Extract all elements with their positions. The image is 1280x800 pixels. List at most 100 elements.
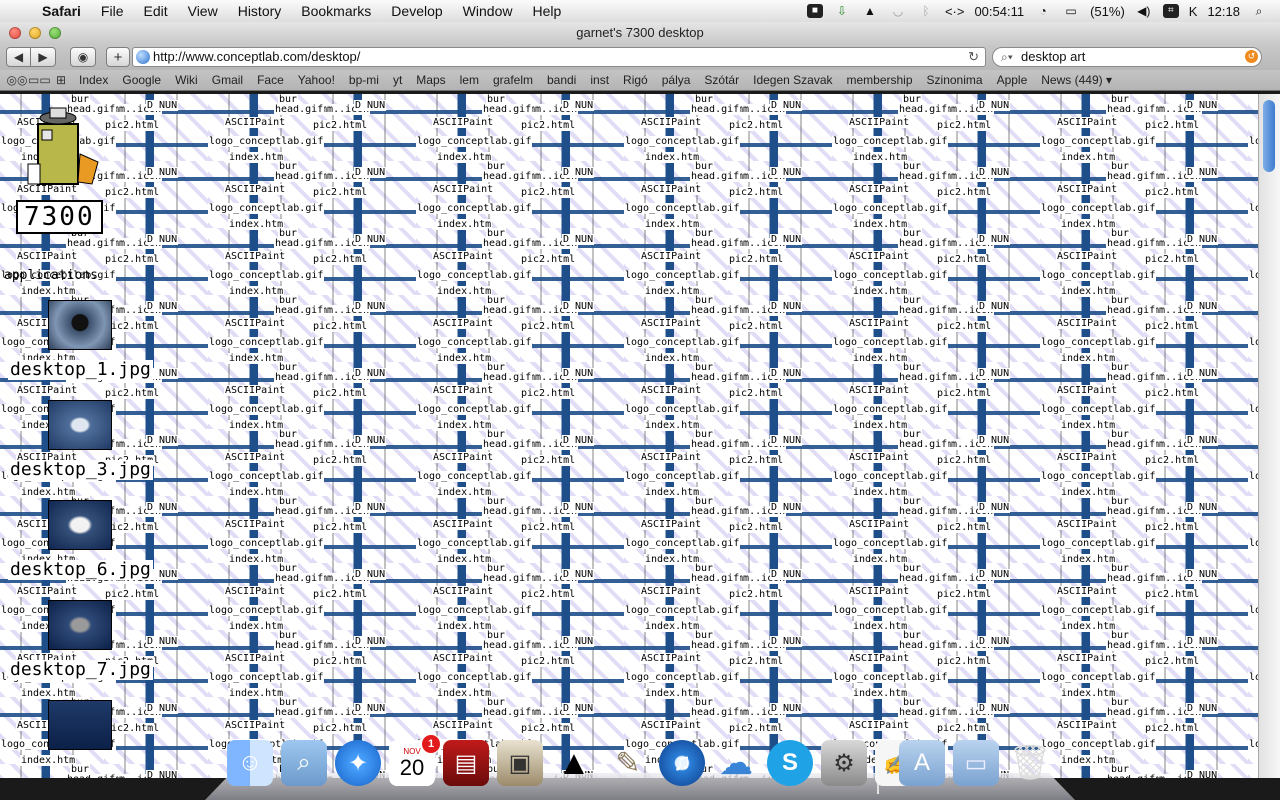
- applications-stack-icon[interactable]: A: [899, 740, 945, 786]
- vertical-scrollbar[interactable]: [1258, 94, 1280, 778]
- menu-view[interactable]: View: [178, 0, 228, 22]
- tile-file-label: logo_conceptlab.gif: [416, 404, 533, 415]
- tile-file-label: D NUN: [978, 502, 1011, 513]
- reader-button[interactable]: ◉: [70, 47, 96, 67]
- bookmark-item[interactable]: bandi: [540, 73, 583, 87]
- battery-percent[interactable]: (51%): [1090, 4, 1125, 19]
- desktop-3-thumbnail[interactable]: [48, 400, 112, 450]
- bookmark-item[interactable]: Face: [250, 73, 291, 87]
- desktop-6-label[interactable]: desktop_6.jpg: [8, 560, 153, 580]
- download-icon[interactable]: ⇩: [833, 4, 851, 18]
- bookmark-item[interactable]: Google: [115, 73, 168, 87]
- inkscape-icon[interactable]: ▲: [551, 740, 597, 786]
- menu-bookmarks[interactable]: Bookmarks: [291, 0, 381, 22]
- tile-file-label: D NUN: [354, 368, 387, 379]
- search-field[interactable]: ⌕▾ desktop art ↺: [992, 47, 1262, 67]
- wifi-icon[interactable]: ◡: [889, 4, 907, 18]
- tile-file-label: bur: [278, 295, 299, 306]
- desktop-3-label[interactable]: desktop_3.jpg: [8, 460, 153, 480]
- time-machine-icon[interactable]: ◔: [1034, 4, 1052, 18]
- top-sites-icon[interactable]: ⊞: [50, 73, 72, 87]
- skype-icon[interactable]: S: [767, 740, 813, 786]
- desktop-6-thumbnail[interactable]: [48, 500, 112, 550]
- drive-icon[interactable]: ▲: [861, 4, 879, 18]
- neooffice-icon[interactable]: ☁: [713, 740, 759, 786]
- add-bookmark-button[interactable]: +: [106, 47, 130, 67]
- volume-icon[interactable]: ◀): [1135, 4, 1153, 18]
- bookmark-item[interactable]: bp-mi: [342, 73, 386, 87]
- reading-list-icon[interactable]: ◎◎: [6, 73, 28, 87]
- bookmark-item[interactable]: pálya: [655, 73, 698, 87]
- input-source-icon[interactable]: ⌗: [1162, 4, 1179, 18]
- safari-icon[interactable]: ✦: [335, 740, 381, 786]
- trash-icon[interactable]: 🗑: [1007, 740, 1053, 786]
- desktop-1-label[interactable]: desktop_1.jpg: [8, 360, 153, 380]
- tile-file-label: logo_conceptlab.gif: [624, 471, 741, 482]
- bookmark-item[interactable]: Apple: [990, 73, 1035, 87]
- menu-history[interactable]: History: [228, 0, 292, 22]
- bluetooth-icon[interactable]: ᛒ: [917, 4, 935, 18]
- clock-time[interactable]: 12:18: [1207, 4, 1240, 19]
- zoom-window-button[interactable]: [49, 27, 61, 39]
- bookmark-item[interactable]: lem: [453, 73, 486, 87]
- bookmark-item[interactable]: Maps: [409, 73, 452, 87]
- tile-file-label: bur: [1110, 94, 1131, 105]
- tile-file-label: index.htm: [1060, 487, 1117, 498]
- bookmarks-book-icon[interactable]: ▭▭: [28, 73, 51, 87]
- spotlight-icon[interactable]: ⌕: [1250, 4, 1268, 18]
- forward-button[interactable]: ▶: [31, 47, 56, 67]
- reload-icon[interactable]: ↻: [968, 48, 979, 66]
- photos-icon[interactable]: ▣: [497, 740, 543, 786]
- minimize-window-button[interactable]: [29, 27, 41, 39]
- bookmark-item[interactable]: Gmail: [205, 73, 250, 87]
- tile-file-label: ASCIIPaint: [432, 117, 495, 128]
- bookmark-item[interactable]: Szótár: [697, 73, 746, 87]
- menu-window[interactable]: Window: [453, 0, 523, 22]
- ical-icon[interactable]: NOV 20 1: [389, 734, 441, 786]
- title-bar[interactable]: garnet's 7300 desktop: [0, 22, 1280, 44]
- menu-file[interactable]: File: [91, 0, 134, 22]
- preview-icon[interactable]: ⌕: [281, 740, 327, 786]
- bookmark-item[interactable]: Szinonima: [920, 73, 990, 87]
- finder-icon[interactable]: ☺: [227, 740, 273, 786]
- itunes-icon[interactable]: ♫: [659, 740, 705, 786]
- bookmark-item[interactable]: inst: [583, 73, 616, 87]
- menu-app-name[interactable]: Safari: [36, 0, 91, 22]
- menu-help[interactable]: Help: [522, 0, 571, 22]
- address-bar[interactable]: http://www.conceptlab.com/desktop/ ↻: [132, 47, 986, 67]
- back-button[interactable]: ◀: [6, 47, 31, 67]
- bookmark-item[interactable]: News (449) ▾: [1034, 73, 1119, 87]
- bookmark-item[interactable]: membership: [840, 73, 920, 87]
- computer-icon[interactable]: [22, 104, 112, 194]
- bookmark-item[interactable]: Yahoo!: [291, 73, 342, 87]
- bookmark-item[interactable]: Wiki: [168, 73, 205, 87]
- battery-icon[interactable]: ▭: [1062, 4, 1080, 18]
- desktop-8-thumbnail[interactable]: [48, 700, 112, 750]
- photo-booth-icon[interactable]: ▤: [443, 740, 489, 786]
- gimp-icon[interactable]: ✎: [605, 740, 651, 786]
- bookmark-item[interactable]: Idegen Szavak: [746, 73, 839, 87]
- close-window-button[interactable]: [9, 27, 21, 39]
- web-content[interactable]: logo_conceptlab.gifPictureTEMPindex.htmp…: [0, 94, 1258, 778]
- desktop-7-thumbnail[interactable]: [48, 600, 112, 650]
- desktop-1-thumbnail[interactable]: [48, 300, 112, 350]
- elapsed-time[interactable]: 00:54:11: [974, 4, 1024, 19]
- monitor-icon[interactable]: ■: [806, 4, 823, 18]
- tile-file-label: pic2.html: [520, 656, 577, 667]
- desktop-7-label[interactable]: desktop_7.jpg: [8, 660, 153, 680]
- tile-file-label: ASCIIPaint: [432, 586, 495, 597]
- tile-file-label: ASCIIPaint: [640, 586, 703, 597]
- scroll-thumb[interactable]: [1263, 100, 1275, 172]
- bookmark-item[interactable]: grafelm: [486, 73, 540, 87]
- snapback-icon[interactable]: ↺: [1245, 50, 1258, 63]
- applications-folder-label[interactable]: applications: [2, 266, 100, 286]
- tile-file-label: ASCIIPaint: [640, 251, 703, 262]
- system-preferences-icon[interactable]: ⚙: [821, 740, 867, 786]
- menu-develop[interactable]: Develop: [381, 0, 452, 22]
- clock-day[interactable]: K: [1189, 4, 1198, 19]
- menu-edit[interactable]: Edit: [133, 0, 177, 22]
- bookmark-item[interactable]: Rigó: [616, 73, 655, 87]
- bookmark-item[interactable]: Index: [72, 73, 115, 87]
- documents-stack-icon[interactable]: ▭: [953, 740, 999, 786]
- bookmark-item[interactable]: yt: [386, 73, 409, 87]
